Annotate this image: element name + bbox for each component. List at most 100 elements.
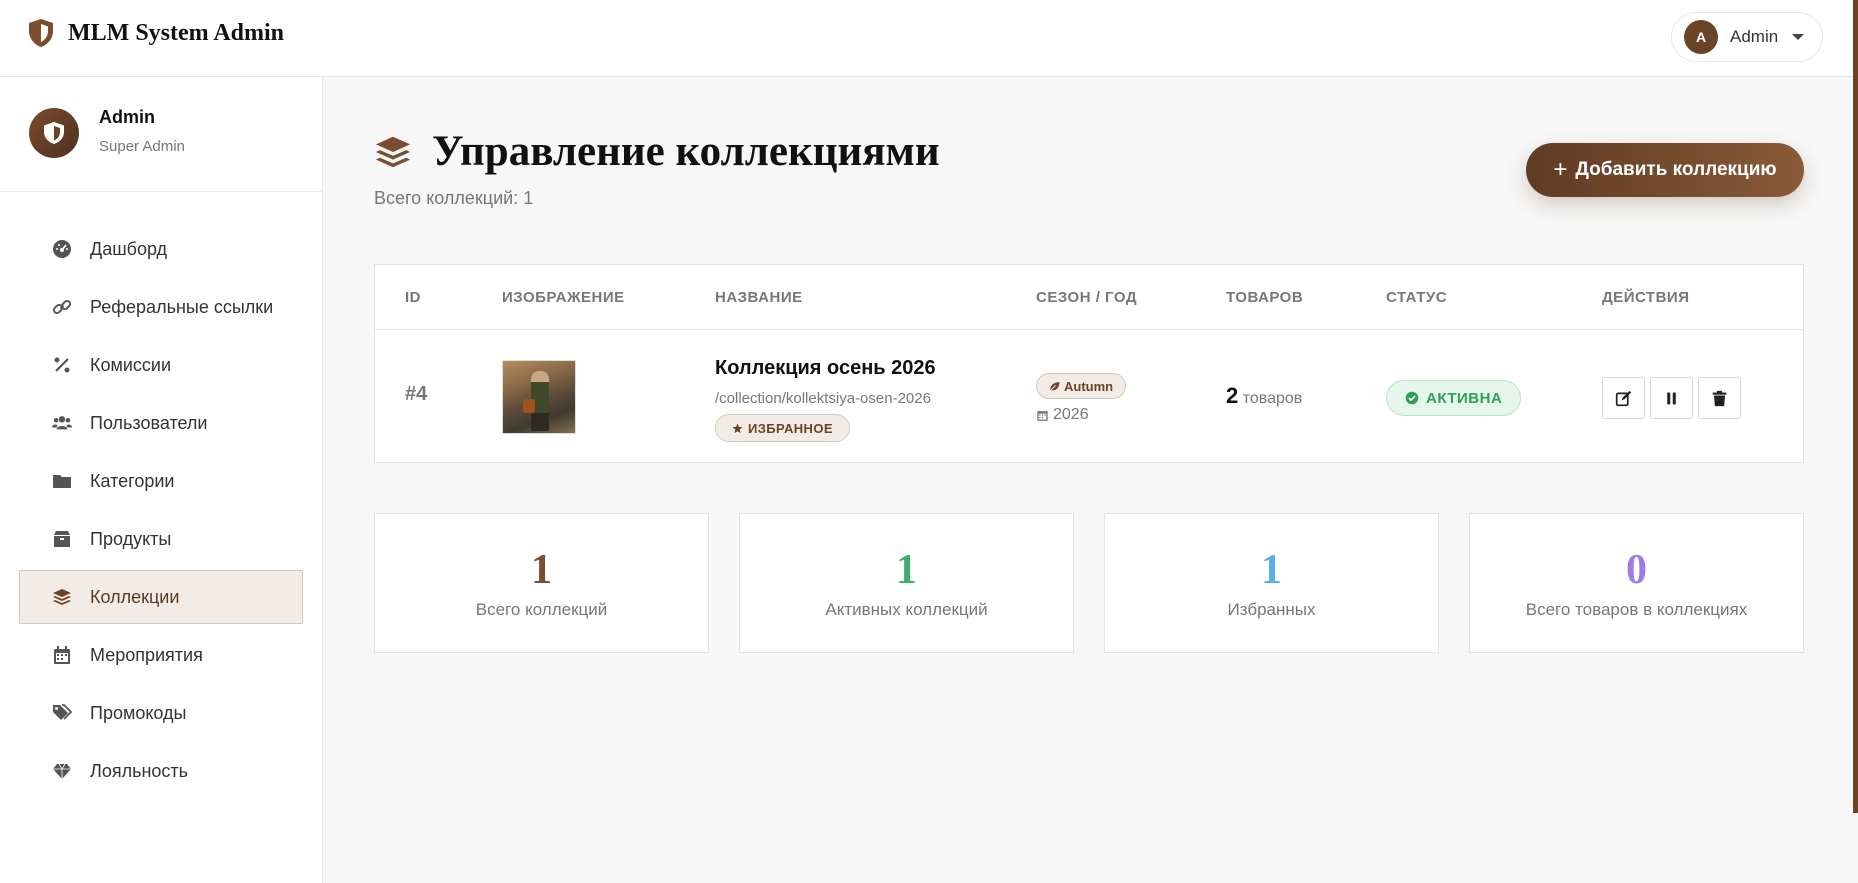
stat-label: Всего товаров в коллекциях (1525, 600, 1748, 619)
row-actions (1602, 377, 1741, 419)
trash-icon (1712, 390, 1727, 406)
brand[interactable]: MLM System Admin (28, 18, 284, 48)
profile-role: Super Admin (99, 138, 185, 155)
add-collection-label: Добавить коллекцию (1575, 159, 1777, 180)
calendar-icon (51, 644, 73, 666)
stats-row: 1 Всего коллекций 1 Активных коллекций 1… (374, 513, 1804, 653)
sidebar-item-categories[interactable]: Категории (19, 454, 303, 508)
column-header-status: СТАТУС (1386, 289, 1448, 306)
avatar: A (1684, 20, 1718, 54)
percent-icon (51, 354, 73, 376)
sidebar-item-label: Лояльность (90, 760, 189, 781)
sidebar-item-dashboard[interactable]: Дашборд (19, 222, 303, 276)
pause-icon (1667, 392, 1676, 404)
stat-label: Активных коллекций (825, 600, 988, 619)
scrollbar[interactable] (1853, 0, 1858, 813)
page-header: Управление коллекциями (374, 127, 940, 176)
season-badge: Autumn (1036, 373, 1127, 399)
calendar-icon (1037, 411, 1048, 421)
sidebar-item-users[interactable]: Пользователи (19, 396, 303, 450)
sidebar-item-label: Коллекции (90, 586, 180, 607)
shield-icon (44, 122, 64, 144)
status-label: АКТИВНА (1426, 389, 1503, 407)
stat-value: 1 (896, 547, 917, 593)
sidebar-item-label: Дашборд (90, 238, 168, 259)
sidebar-item-events[interactable]: Мероприятия (19, 628, 303, 682)
profile-avatar (29, 108, 79, 158)
products-count-value: 2 (1226, 383, 1239, 408)
collection-name[interactable]: Коллекция осень 2026 (715, 357, 936, 380)
column-header-season-year: СЕЗОН / ГОД (1036, 289, 1138, 306)
column-header-name: НАЗВАНИЕ (715, 289, 803, 306)
stat-label: Избранных (1227, 600, 1316, 619)
collection-image[interactable] (502, 360, 576, 434)
page-subtitle: Всего коллекций: 1 (374, 188, 534, 208)
star-icon (732, 423, 743, 433)
add-collection-button[interactable]: + Добавить коллекцию (1526, 143, 1804, 197)
collections-table: ID ИЗОБРАЖЕНИЕ НАЗВАНИЕ СЕЗОН / ГОД ТОВА… (374, 264, 1804, 463)
column-header-actions: ДЕЙСТВИЯ (1602, 289, 1690, 306)
featured-badge: ИЗБРАННОЕ (715, 414, 850, 442)
sidebar-item-label: Пользователи (90, 412, 208, 433)
stat-label: Всего коллекций (475, 600, 608, 619)
collection-year: 2026 (1036, 406, 1089, 424)
stat-card-active-collections: 1 Активных коллекций (739, 513, 1074, 653)
sidebar-item-loyalty[interactable]: Лояльность (19, 744, 303, 798)
link-icon (51, 296, 73, 318)
year-label: 2026 (1053, 406, 1089, 423)
table-row[interactable]: #4 Коллекция осень 2026 /collection/koll… (375, 330, 1803, 463)
edit-icon (1615, 390, 1632, 406)
user-menu-button[interactable]: A Admin (1671, 12, 1823, 62)
check-circle-icon (1405, 391, 1419, 405)
sidebar-item-commissions[interactable]: Комиссии (19, 338, 303, 392)
sidebar-item-collections[interactable]: Коллекции (19, 570, 303, 624)
gem-icon (51, 760, 73, 782)
sidebar-item-promo-codes[interactable]: Промокоды (19, 686, 303, 740)
stat-value: 1 (1261, 547, 1282, 593)
table-header: ID ИЗОБРАЖЕНИЕ НАЗВАНИЕ СЕЗОН / ГОД ТОВА… (375, 265, 1803, 330)
sidebar-item-label: Продукты (90, 528, 172, 549)
stat-card-total-collections: 1 Всего коллекций (374, 513, 709, 653)
plus-icon: + (1553, 156, 1568, 183)
leaf-icon (1049, 381, 1060, 391)
column-header-id: ID (405, 289, 421, 306)
stat-card-total-products: 0 Всего товаров в коллекциях (1469, 513, 1804, 653)
box-icon (51, 528, 73, 550)
collection-slug: /collection/kollektsiya-osen-2026 (715, 390, 931, 407)
delete-button[interactable] (1698, 377, 1741, 419)
season-label: Autumn (1064, 378, 1114, 394)
users-icon (51, 412, 73, 434)
sidebar-item-referral-links[interactable]: Реферальные ссылки (19, 280, 303, 334)
sidebar-profile: Admin Super Admin (0, 77, 322, 192)
pause-button[interactable] (1650, 377, 1693, 419)
layers-icon (51, 586, 73, 608)
profile-name: Admin (99, 107, 155, 127)
products-count: 2 товаров (1226, 383, 1302, 409)
dashboard-icon (51, 238, 73, 260)
sidebar-item-label: Мероприятия (90, 644, 203, 665)
sidebar-item-label: Категории (90, 470, 175, 491)
top-bar: MLM System Admin A Admin (0, 0, 1858, 77)
sidebar-item-label: Реферальные ссылки (90, 296, 274, 317)
page-title: Управление коллекциями (432, 128, 940, 175)
featured-badge-label: ИЗБРАННОЕ (748, 420, 833, 436)
column-header-image: ИЗОБРАЖЕНИЕ (502, 289, 625, 306)
sidebar-item-products[interactable]: Продукты (19, 512, 303, 566)
edit-button[interactable] (1602, 377, 1645, 419)
stat-card-featured: 1 Избранных (1104, 513, 1439, 653)
sidebar-item-label: Промокоды (90, 702, 187, 723)
column-header-products: ТОВАРОВ (1226, 289, 1304, 306)
collection-id: #4 (405, 383, 428, 405)
stat-value: 1 (531, 547, 552, 593)
layers-icon (375, 136, 411, 167)
tags-icon (51, 702, 73, 724)
user-name: Admin (1730, 27, 1779, 46)
status-badge: АКТИВНА (1386, 380, 1522, 416)
app-title: MLM System Admin (68, 19, 284, 46)
sidebar-nav: Дашборд Реферальные ссылки Комиссии Поль… (19, 222, 303, 802)
stat-value: 0 (1626, 547, 1647, 593)
sidebar-item-label: Комиссии (90, 354, 172, 375)
folder-icon (51, 470, 73, 492)
chevron-down-icon (1792, 34, 1805, 40)
products-count-unit: товаров (1242, 390, 1303, 407)
